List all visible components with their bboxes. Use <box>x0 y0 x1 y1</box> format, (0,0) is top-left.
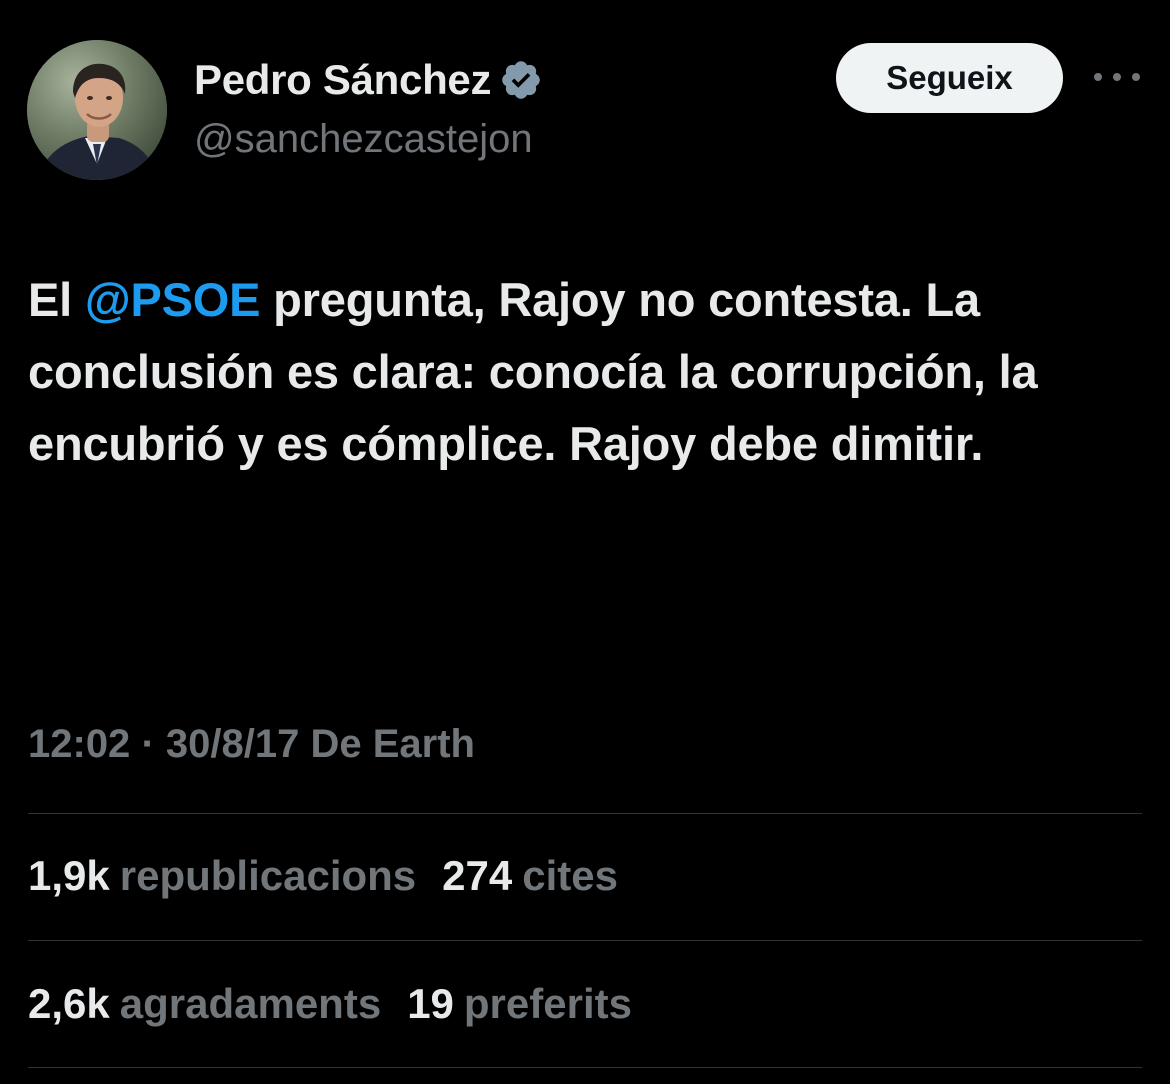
stats-row-reposts: 1,9k republicacions 274 cites <box>28 852 644 900</box>
author-name-row[interactable]: Pedro Sánchez <box>194 56 543 104</box>
verified-badge-icon <box>499 58 543 102</box>
avatar[interactable] <box>27 40 167 180</box>
likes-label: agradaments <box>119 980 382 1027</box>
divider <box>28 940 1142 941</box>
author-display-name[interactable]: Pedro Sánchez <box>194 56 492 104</box>
reposts-label: republicacions <box>119 852 417 899</box>
tweet-date[interactable]: 30/8/17 <box>166 722 299 766</box>
avatar-image <box>27 40 167 180</box>
dot <box>1132 73 1140 81</box>
quotes-stat[interactable]: 274 cites <box>442 852 618 900</box>
more-dots-icon[interactable] <box>1094 62 1140 92</box>
reposts-count: 1,9k <box>28 852 110 899</box>
reposts-stat[interactable]: 1,9k republicacions <box>28 852 416 900</box>
likes-count: 2,6k <box>28 980 110 1027</box>
divider <box>28 813 1142 814</box>
likes-stat[interactable]: 2,6k agradaments <box>28 980 381 1028</box>
dot <box>1113 73 1121 81</box>
tweet-source[interactable]: De Earth <box>310 722 475 766</box>
bookmarks-count: 19 <box>407 980 454 1027</box>
mention-link[interactable]: @PSOE <box>85 273 261 326</box>
meta-separator: · <box>141 722 155 766</box>
divider <box>28 1067 1142 1068</box>
dot <box>1094 73 1102 81</box>
tweet-text: El @PSOE pregunta, Rajoy no contesta. La… <box>28 264 1148 480</box>
bookmarks-label: preferits <box>463 980 632 1027</box>
tweet-time[interactable]: 12:02 <box>28 722 130 766</box>
stats-row-likes: 2,6k agradaments 19 preferits <box>28 980 658 1028</box>
author-handle[interactable]: @sanchezcastejon <box>194 117 533 162</box>
bookmarks-stat[interactable]: 19 preferits <box>407 980 632 1028</box>
quotes-label: cites <box>522 852 618 899</box>
tweet-text-prefix: El <box>28 273 85 326</box>
follow-button[interactable]: Segueix <box>836 43 1063 113</box>
tweet-meta: 12:02 · 30/8/17 De Earth <box>28 722 475 767</box>
quotes-count: 274 <box>442 852 513 899</box>
